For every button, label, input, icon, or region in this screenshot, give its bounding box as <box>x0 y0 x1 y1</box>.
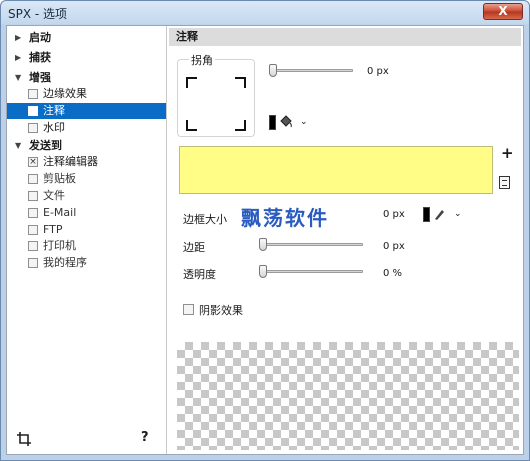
paint-bucket-icon[interactable] <box>279 114 293 128</box>
sidebar-item-label: 我的程序 <box>43 256 87 269</box>
opacity-label: 透明度 <box>183 268 216 281</box>
printer-checkbox[interactable] <box>28 241 38 251</box>
sidebar-item-label: 剪贴板 <box>43 172 76 185</box>
expand-arrow-icon[interactable]: ▶ <box>15 50 21 66</box>
edge-effect-checkbox[interactable] <box>28 89 38 99</box>
annotation-text-area[interactable] <box>179 146 493 194</box>
watermark-text: 飘荡软件 <box>241 206 329 230</box>
add-icon[interactable]: + <box>501 144 514 162</box>
my-program-checkbox[interactable] <box>28 258 38 268</box>
chevron-down-icon[interactable]: ⌄ <box>454 209 462 219</box>
pen-icon[interactable] <box>433 208 445 221</box>
sidebar-item-watermark[interactable]: 水印 <box>7 120 166 136</box>
client-area: ▶ 启动 ▶ 捕获 ▼ 增强 边缘效果 注释 水印 ▼ 发送到 × 注释编辑器 … <box>6 25 524 455</box>
collapse-arrow-icon[interactable]: ▼ <box>15 70 21 86</box>
sidebar-item-label: FTP <box>43 223 63 236</box>
preview-area <box>177 342 519 450</box>
margin-label: 边距 <box>183 241 205 254</box>
sidebar-item-printer[interactable]: 打印机 <box>7 238 166 254</box>
border-size-value: 0 px <box>383 209 405 220</box>
margin-slider-thumb[interactable] <box>259 238 267 251</box>
sidebar-item-annotation[interactable]: 注释 <box>7 103 166 119</box>
crop-icon[interactable] <box>17 432 31 446</box>
corner-style-group <box>177 59 255 137</box>
opacity-slider-thumb[interactable] <box>259 265 267 278</box>
section-header: 注释 <box>169 28 521 46</box>
sidebar-item-label: E-Mail <box>43 206 77 219</box>
shadow-label: 阴影效果 <box>199 304 243 317</box>
sidebar-item-label: 边缘效果 <box>43 87 87 100</box>
corner-label: 拐角 <box>189 52 215 68</box>
corner-slider-thumb[interactable] <box>269 64 277 77</box>
sidebar-item-enhance[interactable]: ▼ 增强 <box>7 70 166 86</box>
corner-preview[interactable] <box>186 77 246 131</box>
sidebar-item-label: 打印机 <box>43 239 76 252</box>
expand-arrow-icon[interactable]: ▶ <box>15 30 21 46</box>
close-button[interactable]: X <box>483 3 523 20</box>
corner-value: 0 px <box>367 66 389 77</box>
fill-color-swatch[interactable] <box>269 115 276 130</box>
sidebar-item-label: 水印 <box>43 121 65 134</box>
sidebar-item-clipboard[interactable]: 剪贴板 <box>7 171 166 187</box>
sidebar-item-label: 注释编辑器 <box>43 155 98 168</box>
border-size-label: 边框大小 <box>183 213 227 226</box>
opacity-slider-track[interactable] <box>259 270 363 273</box>
chevron-down-icon[interactable]: ⌄ <box>300 117 308 127</box>
window-title: SPX - 选项 <box>8 7 68 21</box>
sidebar-item-my-program[interactable]: 我的程序 <box>7 255 166 271</box>
sidebar-item-annotation-editor[interactable]: × 注释编辑器 <box>7 154 166 170</box>
sidebar-item-label: 捕获 <box>29 51 51 64</box>
border-color-swatch[interactable] <box>423 207 430 222</box>
opacity-value: 0 % <box>383 268 403 279</box>
collapse-arrow-icon[interactable]: ▼ <box>15 138 21 154</box>
sidebar-item-ftp[interactable]: FTP <box>7 222 166 238</box>
sidebar-item-email[interactable]: E-Mail <box>7 205 166 221</box>
sidebar-item-file[interactable]: 文件 <box>7 188 166 204</box>
file-checkbox[interactable] <box>28 191 38 201</box>
margin-value: 0 px <box>383 241 405 252</box>
document-icon[interactable] <box>499 176 510 189</box>
watermark-checkbox[interactable] <box>28 123 38 133</box>
clipboard-checkbox[interactable] <box>28 174 38 184</box>
ftp-checkbox[interactable] <box>28 225 38 235</box>
email-checkbox[interactable] <box>28 208 38 218</box>
corner-slider-track[interactable] <box>269 69 353 72</box>
sidebar-item-label: 发送到 <box>29 139 62 152</box>
sidebar-item-label: 文件 <box>43 189 65 202</box>
annotation-editor-checkbox[interactable]: × <box>28 157 38 167</box>
sidebar-item-label: 注释 <box>43 104 65 117</box>
title-bar[interactable]: SPX - 选项 X <box>1 1 529 25</box>
margin-slider-track[interactable] <box>259 243 363 246</box>
help-icon[interactable]: ? <box>141 430 149 445</box>
sidebar-item-label: 增强 <box>29 71 51 84</box>
sidebar-item-edge-effect[interactable]: 边缘效果 <box>7 86 166 102</box>
sidebar-item-send-to[interactable]: ▼ 发送到 <box>7 138 166 154</box>
shadow-checkbox[interactable] <box>183 304 194 315</box>
annotation-checkbox[interactable] <box>28 106 38 116</box>
sidebar-item-label: 启动 <box>29 31 51 44</box>
sidebar-item-capture[interactable]: ▶ 捕获 <box>7 50 166 66</box>
annotation-panel: 注释 拐角 0 px ⌄ + 边框大小 飘荡软件 0 px ⌄ 边距 0 px … <box>169 26 523 454</box>
options-window: SPX - 选项 X ▶ 启动 ▶ 捕获 ▼ 增强 边缘效果 注释 水印 ▼ 发… <box>0 0 530 461</box>
sidebar: ▶ 启动 ▶ 捕获 ▼ 增强 边缘效果 注释 水印 ▼ 发送到 × 注释编辑器 … <box>7 26 167 454</box>
sidebar-item-startup[interactable]: ▶ 启动 <box>7 30 166 46</box>
